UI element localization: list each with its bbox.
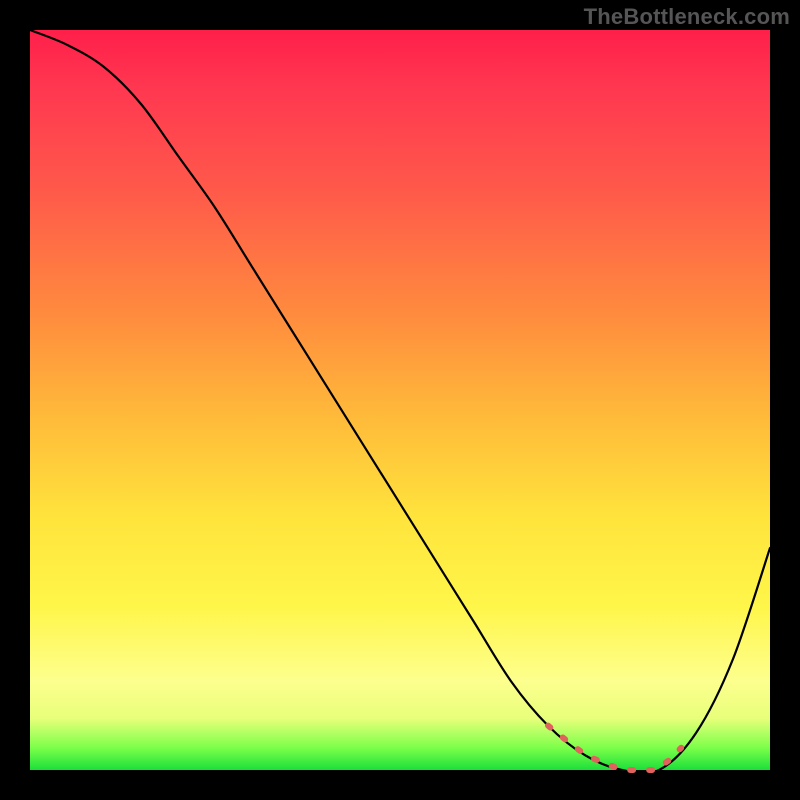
bottleneck-curve bbox=[30, 30, 770, 773]
plot-area bbox=[30, 30, 770, 770]
chart-frame: TheBottleneck.com bbox=[0, 0, 800, 800]
watermark-text: TheBottleneck.com bbox=[584, 4, 790, 30]
line-chart-svg bbox=[30, 30, 770, 770]
valley-highlight bbox=[548, 726, 681, 770]
